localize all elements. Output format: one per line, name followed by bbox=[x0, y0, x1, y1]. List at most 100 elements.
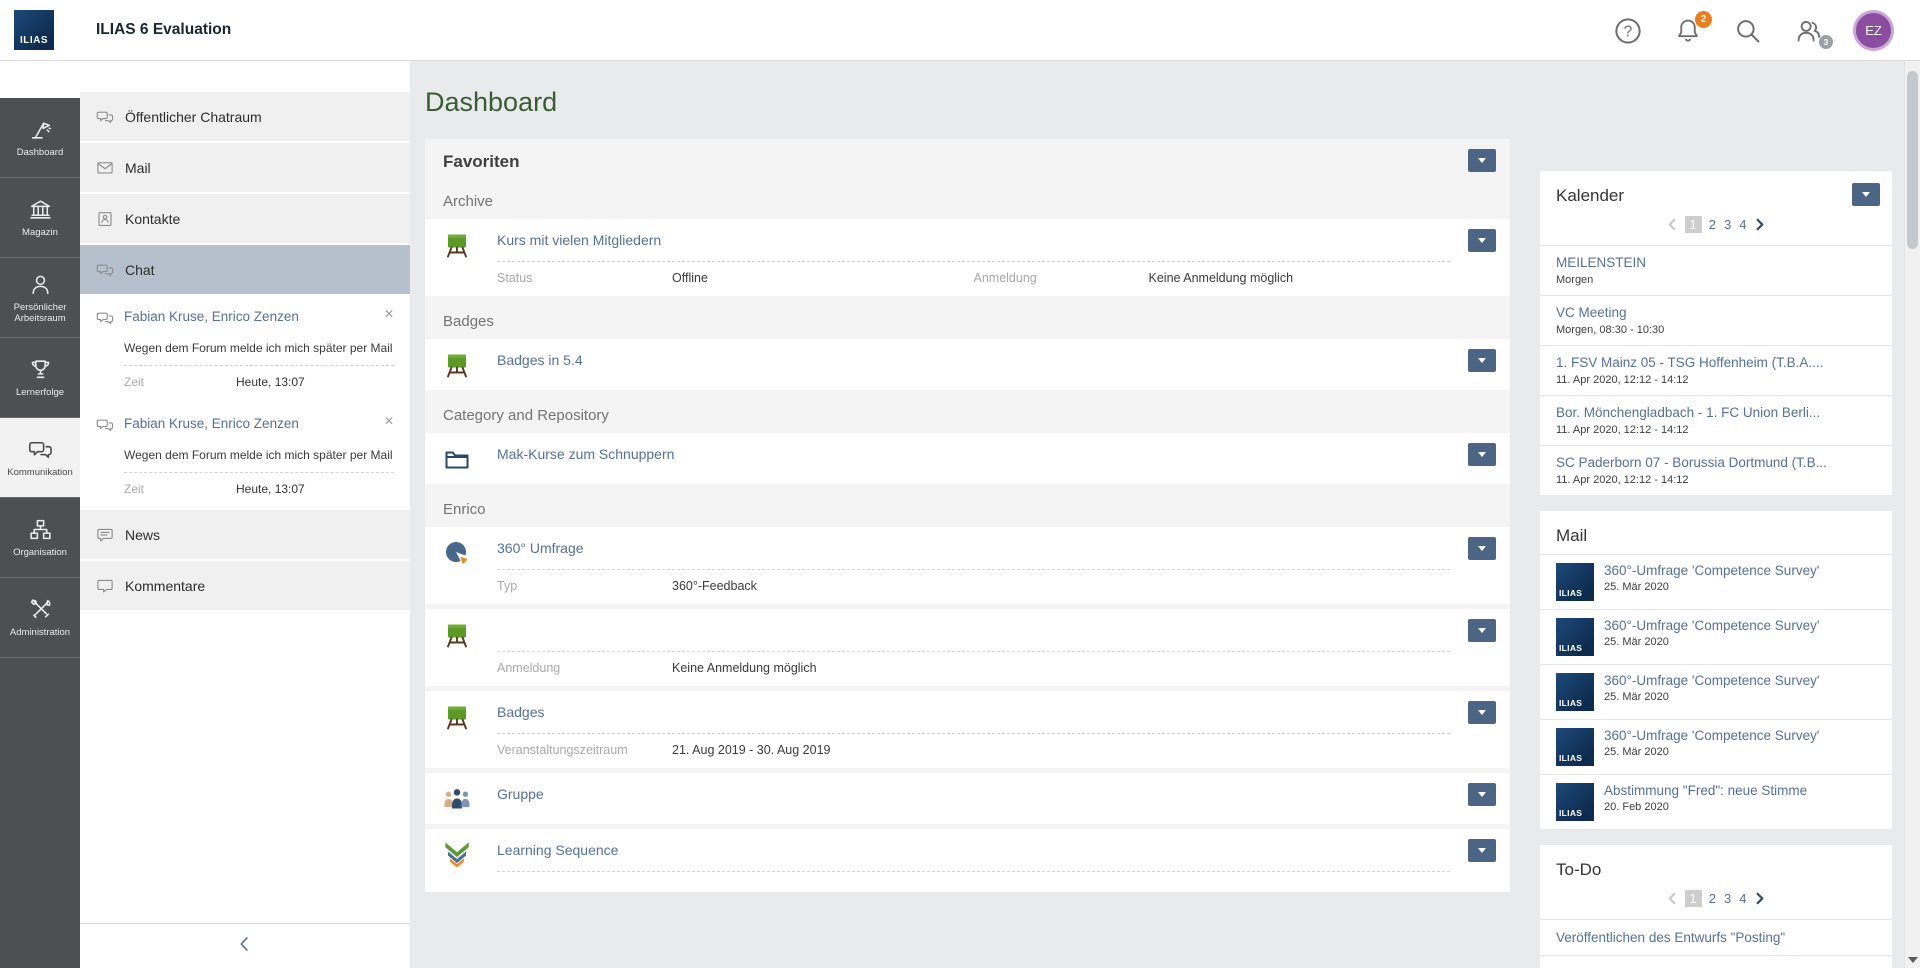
slate-item-label: Kontakte bbox=[125, 211, 180, 227]
divider bbox=[497, 733, 1450, 734]
ilias-logo-text: ILIAS bbox=[1556, 698, 1582, 711]
todo-item-link[interactable]: Veröffentlichen des Entwurfs "Posting" bbox=[1556, 930, 1878, 945]
caret-down-icon bbox=[1478, 848, 1486, 853]
help-icon: ? bbox=[1613, 33, 1643, 50]
item-title-link[interactable]: Gruppe bbox=[497, 784, 1450, 804]
item-title-link[interactable]: 360° Umfrage bbox=[497, 538, 1450, 558]
mail-item: ILIAS360°-Umfrage 'Competence Survey'25.… bbox=[1540, 554, 1892, 609]
prop-value: Offline bbox=[672, 271, 708, 285]
item-dropdown-button[interactable] bbox=[1468, 619, 1496, 642]
event-time: 11. Apr 2020, 12:12 - 14:12 bbox=[1556, 474, 1878, 486]
page-scrollbar[interactable] bbox=[1904, 61, 1920, 968]
item-dropdown-button[interactable] bbox=[1468, 443, 1496, 466]
chat-entry-title-link[interactable]: Fabian Kruse, Enrico Zenzen bbox=[124, 309, 299, 324]
calendar-dropdown-button[interactable] bbox=[1852, 183, 1880, 206]
notifications-button[interactable]: 2 bbox=[1673, 16, 1703, 46]
page-next-button[interactable] bbox=[1753, 218, 1766, 231]
close-icon[interactable]: ✕ bbox=[384, 307, 394, 321]
item-title-link[interactable]: Badges in 5.4 bbox=[497, 350, 1450, 370]
favorite-item: Gruppe bbox=[425, 773, 1510, 824]
search-button[interactable] bbox=[1733, 16, 1763, 46]
slate-item-news[interactable]: News bbox=[80, 510, 410, 559]
contacts-awareness-button[interactable]: 3 bbox=[1793, 16, 1823, 46]
slate-item--ffentlicher-chatraum[interactable]: Öffentlicher Chatraum bbox=[80, 92, 410, 141]
item-dropdown-button[interactable] bbox=[1468, 349, 1496, 372]
prop-label: Anmeldung bbox=[497, 661, 672, 675]
page-number[interactable]: 1 bbox=[1685, 890, 1702, 907]
close-icon[interactable]: ✕ bbox=[384, 414, 394, 428]
page-number[interactable]: 3 bbox=[1723, 891, 1732, 906]
mail-item-title-link[interactable]: Abstimmung "Fred": neue Stimme bbox=[1604, 783, 1807, 798]
todo-pagination: 1234 bbox=[1540, 888, 1892, 919]
mail-item-title-link[interactable]: 360°-Umfrage 'Competence Survey' bbox=[1604, 673, 1819, 688]
scrollbar-thumb[interactable] bbox=[1907, 71, 1918, 249]
event-title-link[interactable]: SC Paderborn 07 - Borussia Dortmund (T.B… bbox=[1556, 455, 1878, 470]
divider bbox=[497, 871, 1450, 872]
item-dropdown-button[interactable] bbox=[1468, 229, 1496, 252]
event-title-link[interactable]: 1. FSV Mainz 05 - TSG Hoffenheim (T.B.A.… bbox=[1556, 355, 1878, 370]
slate-item-chat[interactable]: Chat bbox=[80, 245, 410, 294]
item-dropdown-button[interactable] bbox=[1468, 839, 1496, 862]
caret-down-icon bbox=[1478, 628, 1486, 633]
event-title-link[interactable]: Bor. Mönchengladbach - 1. FC Union Berli… bbox=[1556, 405, 1878, 420]
page-number[interactable]: 2 bbox=[1708, 891, 1717, 906]
item-title-link[interactable] bbox=[497, 620, 1450, 640]
prop-value: 21. Aug 2019 - 30. Aug 2019 bbox=[672, 743, 830, 757]
sidebar-item-kommunikation[interactable]: Kommunikation bbox=[0, 418, 80, 498]
slate-collapse-button[interactable] bbox=[80, 923, 410, 968]
prop-value: 360°-Feedback bbox=[672, 579, 757, 593]
mail-item: ILIASAbstimmung "Fred": neue Stimme20. F… bbox=[1540, 774, 1892, 829]
page-prev-button[interactable] bbox=[1666, 218, 1679, 231]
page-number[interactable]: 4 bbox=[1738, 217, 1747, 232]
sidebar-item-lernerfolge[interactable]: Lernerfolge bbox=[0, 338, 80, 418]
calendar-events: MEILENSTEINMorgenVC MeetingMorgen, 08:30… bbox=[1540, 245, 1892, 495]
calendar-panel: Kalender 1234 MEILENSTEINMorgenVC Meetin… bbox=[1540, 171, 1892, 495]
slate-item-kontakte[interactable]: Kontakte bbox=[80, 194, 410, 243]
sidebar-item-magazin[interactable]: Magazin bbox=[0, 178, 80, 258]
slate-item-kommentare[interactable]: Kommentare bbox=[80, 561, 410, 610]
event-title-link[interactable]: VC Meeting bbox=[1556, 305, 1878, 320]
chat-icon bbox=[96, 261, 114, 279]
avatar[interactable]: EZ bbox=[1853, 10, 1894, 51]
page-number[interactable]: 3 bbox=[1723, 217, 1732, 232]
item-dropdown-button[interactable] bbox=[1468, 537, 1496, 560]
item-title-link[interactable]: Learning Sequence bbox=[497, 840, 1450, 860]
page-prev-button[interactable] bbox=[1666, 892, 1679, 905]
chat-entry: Fabian Kruse, Enrico Zenzen✕Wegen dem Fo… bbox=[80, 296, 410, 401]
ilias-logo-text: ILIAS bbox=[1556, 753, 1582, 766]
sidebar-item-dashboard[interactable]: Dashboard bbox=[0, 98, 80, 178]
slate-item-label: Chat bbox=[125, 262, 155, 278]
mail-item-title-link[interactable]: 360°-Umfrage 'Competence Survey' bbox=[1604, 728, 1819, 743]
page-number[interactable]: 4 bbox=[1738, 891, 1747, 906]
mail-item-date: 20. Feb 2020 bbox=[1604, 801, 1807, 813]
prop-value: Keine Anmeldung möglich bbox=[1149, 271, 1294, 285]
prop-label: Anmeldung bbox=[974, 271, 1149, 285]
course-icon bbox=[443, 350, 497, 379]
item-title-link[interactable]: Mak-Kurse zum Schnuppern bbox=[497, 444, 1450, 464]
mail-title: Mail bbox=[1556, 526, 1587, 545]
chat-entry-time-value: Heute, 13:07 bbox=[236, 375, 305, 389]
chat-entry-title-link[interactable]: Fabian Kruse, Enrico Zenzen bbox=[124, 416, 299, 431]
event-title-link[interactable]: MEILENSTEIN bbox=[1556, 255, 1878, 270]
item-title-link[interactable]: Badges bbox=[497, 702, 1450, 722]
slate-item-mail[interactable]: Mail bbox=[80, 143, 410, 192]
sidebar-item-organisation[interactable]: Organisation bbox=[0, 498, 80, 578]
item-dropdown-button[interactable] bbox=[1468, 701, 1496, 724]
page-number[interactable]: 2 bbox=[1708, 217, 1717, 232]
mail-item-date: 25. Mär 2020 bbox=[1604, 581, 1819, 593]
main-content: Dashboard Favoriten ArchiveKurs mit viel… bbox=[410, 61, 1904, 968]
item-dropdown-button[interactable] bbox=[1468, 783, 1496, 806]
news-icon bbox=[96, 526, 114, 544]
help-button[interactable]: ? bbox=[1613, 16, 1643, 46]
page-number[interactable]: 1 bbox=[1685, 216, 1702, 233]
favorites-dropdown-button[interactable] bbox=[1468, 149, 1496, 172]
sidebar-item-arbeitsraum[interactable]: Persönlicher Arbeitsraum bbox=[0, 258, 80, 338]
page-next-button[interactable] bbox=[1753, 892, 1766, 905]
scrollbar-down-arrow-icon[interactable] bbox=[1908, 957, 1918, 963]
mail-item-title-link[interactable]: 360°-Umfrage 'Competence Survey' bbox=[1604, 563, 1819, 578]
app-logo[interactable]: ILIAS bbox=[14, 10, 54, 50]
prop-value: Keine Anmeldung möglich bbox=[672, 661, 817, 675]
item-title-link[interactable]: Kurs mit vielen Mitgliedern bbox=[497, 230, 1450, 250]
mail-item-title-link[interactable]: 360°-Umfrage 'Competence Survey' bbox=[1604, 618, 1819, 633]
sidebar-item-administration[interactable]: Administration bbox=[0, 578, 80, 658]
